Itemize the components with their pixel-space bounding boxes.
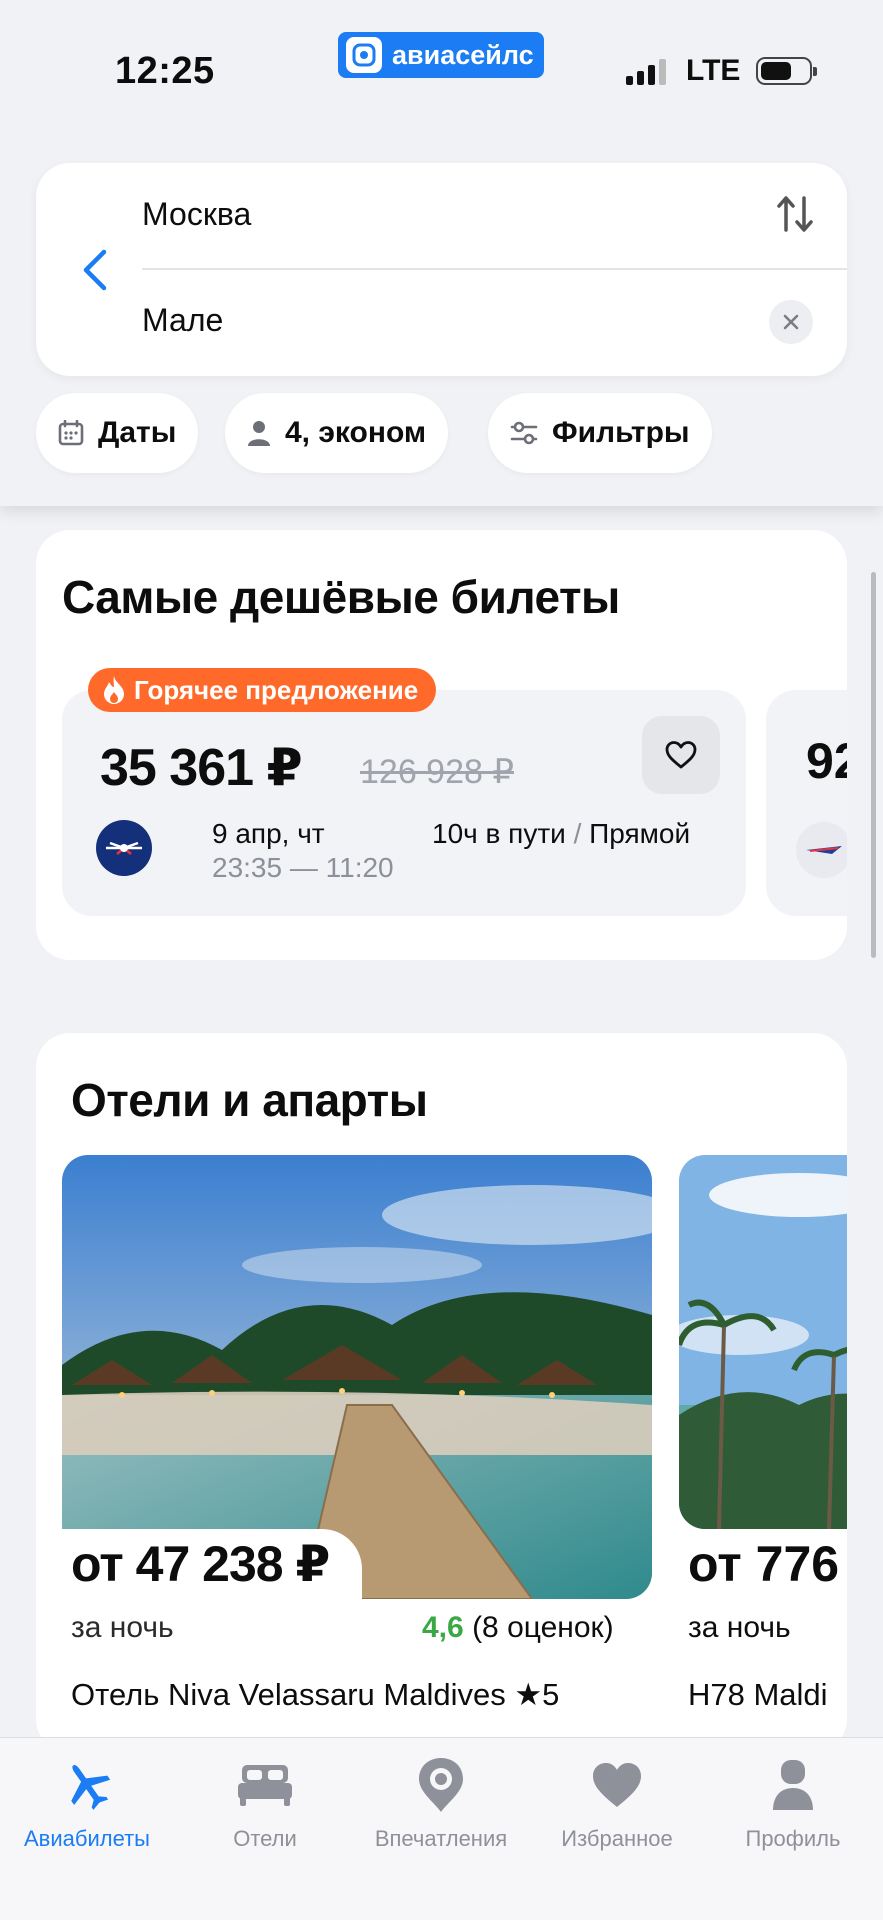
swap-arrows-icon [777, 196, 813, 232]
heart-icon [591, 1756, 643, 1814]
airplane-icon [59, 1756, 115, 1814]
nav-tab-flights[interactable]: Авиабилеты [2, 1756, 172, 1852]
passengers-chip[interactable]: 4, эконом [225, 393, 449, 473]
flight-times: 23:35 — 11:20 [212, 852, 394, 883]
bottom-nav: Авиабилеты Отели Впечатления Избранное П… [0, 1737, 883, 1920]
hotel-per-night: за ночь [71, 1611, 174, 1644]
hotel-name-next[interactable]: H78 Maldi [688, 1677, 828, 1713]
ticket-card-next[interactable]: 92 [766, 690, 847, 916]
cheapest-tickets-section: Самые дешёвые билеты Горячее предложение… [36, 530, 847, 960]
dates-chip-label: Даты [98, 416, 177, 449]
person-icon [771, 1756, 815, 1814]
header-area: 12:25 авиасейлс LTE Москва Мале Даты 4, … [0, 0, 883, 506]
search-divider [142, 268, 847, 270]
hotels-title: Отели и апарты [71, 1074, 428, 1126]
bed-icon [236, 1756, 294, 1814]
flight-duration: 10ч в пути / Прямой [432, 818, 690, 850]
airline-logo-icon [796, 822, 847, 878]
fire-icon [104, 676, 124, 704]
nav-tab-favorites[interactable]: Избранное [532, 1756, 702, 1852]
app-pill-label: авиасейлс [392, 39, 534, 70]
heart-outline-icon [665, 741, 697, 769]
battery-icon [756, 57, 818, 85]
back-button[interactable] [70, 245, 120, 295]
battery-level [761, 62, 792, 80]
stops-text: Прямой [589, 818, 691, 849]
status-indicators: LTE [626, 54, 818, 88]
ticket-old-price: 126 928 ₽ [360, 753, 514, 791]
flight-date: 9 апр, чт [212, 818, 325, 849]
filters-chip-label: Фильтры [552, 416, 690, 449]
hotel-price-next: от 776 [688, 1536, 840, 1592]
app-return-pill[interactable]: авиасейлс [338, 32, 544, 78]
network-type: LTE [686, 54, 741, 87]
duration-separator: / [573, 818, 582, 849]
swap-button[interactable] [773, 189, 817, 239]
hotel-name[interactable]: Отель Niva Velassaru Maldives ★5 [71, 1677, 559, 1713]
aviasales-logo-icon [346, 37, 382, 73]
nav-tab-hotels[interactable]: Отели [180, 1756, 350, 1852]
sliders-icon [510, 421, 538, 445]
favorite-button[interactable] [642, 716, 720, 794]
hot-offer-badge: Горячее предложение [88, 668, 437, 712]
status-time: 12:25 [115, 50, 215, 92]
ticket-price-next: 92 [806, 733, 847, 789]
hotel-photo-next[interactable] [679, 1155, 847, 1529]
scroll-indicator [871, 572, 876, 958]
hot-offer-label: Горячее предложение [134, 674, 419, 705]
hotel-rating-count: (8 оценок) [472, 1611, 614, 1644]
hotels-section: Отели и апарты от 47 238 ₽ за ночь 4,6 (… [36, 1033, 847, 1753]
hotel-per-night-next: за ночь [688, 1611, 791, 1644]
hotel-rating-score: 4,6 [422, 1611, 464, 1644]
nav-label-experiences: Впечатления [374, 1826, 508, 1851]
camera-pin-icon [416, 1756, 466, 1814]
ticket-card[interactable]: 35 361 ₽ 126 928 ₽ 9 апр, чт 23:35 — 11:… [62, 690, 746, 916]
aeroflot-logo-icon [96, 820, 152, 876]
nav-label-flights: Авиабилеты [23, 1826, 150, 1851]
cellular-signal-icon [626, 57, 666, 85]
hotel-rating: 4,6 (8 оценок) [422, 1611, 614, 1645]
origin-field[interactable]: Москва [142, 196, 251, 233]
nav-tab-experiences[interactable]: Впечатления [356, 1756, 526, 1852]
nav-tab-profile[interactable]: Профиль [708, 1756, 878, 1852]
nav-label-hotels: Отели [233, 1826, 297, 1851]
chevron-left-icon [83, 249, 107, 291]
filters-chip[interactable]: Фильтры [488, 393, 712, 473]
ticket-price: 35 361 ₽ [100, 739, 303, 797]
hotel-price: от 47 238 ₽ [71, 1536, 330, 1592]
duration-text: 10ч в пути [432, 818, 566, 849]
nav-label-favorites: Избранное [561, 1826, 673, 1851]
close-icon [783, 314, 799, 330]
calendar-icon [58, 420, 84, 446]
person-icon [248, 421, 270, 446]
nav-label-profile: Профиль [745, 1826, 841, 1851]
dates-chip[interactable]: Даты [36, 393, 199, 473]
destination-field[interactable]: Мале [142, 302, 223, 339]
search-card: Москва Мале [36, 163, 847, 376]
passengers-chip-label: 4, эконом [285, 416, 427, 449]
cheapest-tickets-title: Самые дешёвые билеты [62, 571, 620, 623]
clear-destination-button[interactable] [769, 300, 813, 344]
